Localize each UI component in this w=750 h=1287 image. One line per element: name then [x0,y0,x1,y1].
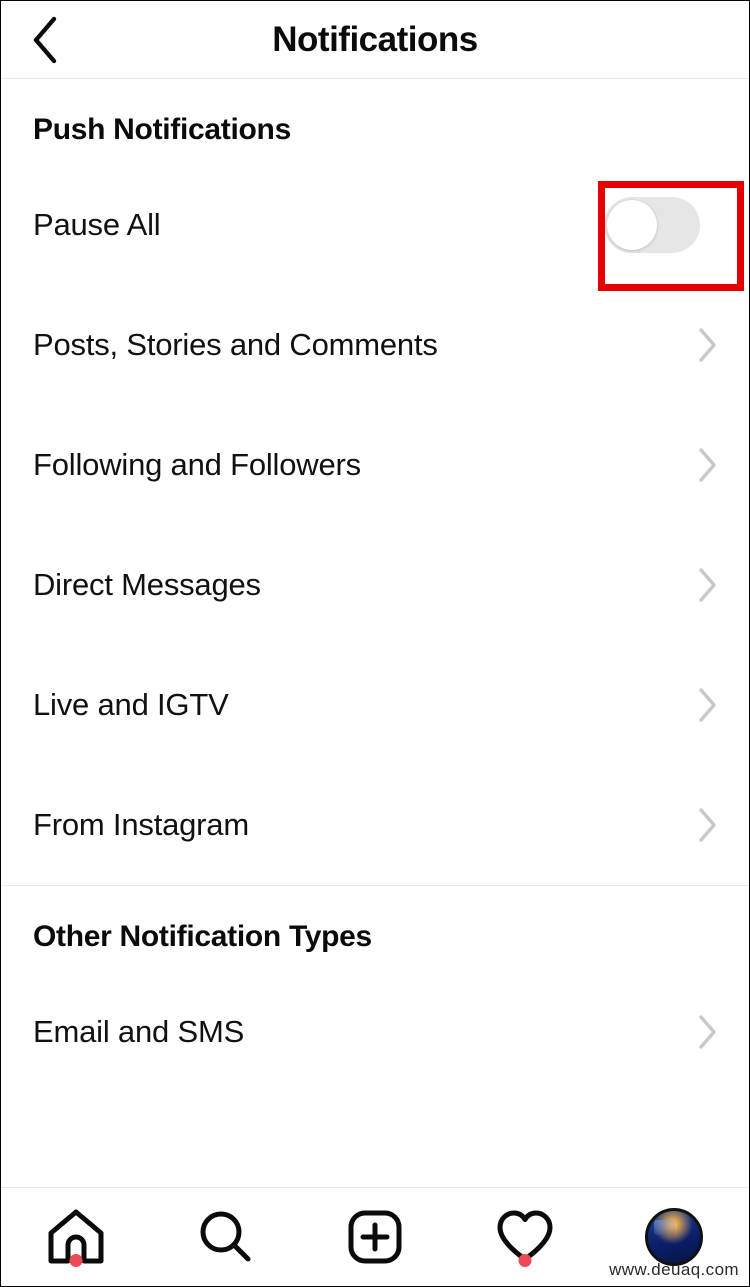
search-icon [196,1209,254,1265]
chevron-right-icon [691,328,725,362]
chevron-right-icon [691,1015,725,1049]
back-button[interactable] [19,14,71,66]
section-title-other-notification-types: Other Notification Types [33,920,372,953]
home-badge-dot [69,1253,83,1267]
add-post-icon [347,1209,403,1265]
row-from-instagram[interactable]: From Instagram [1,765,749,885]
watermark: www.deuaq.com [609,1260,739,1279]
nav-item-add-post[interactable] [300,1188,450,1287]
pause-all-toggle[interactable] [604,197,700,253]
row-live-and-igtv[interactable]: Live and IGTV [1,645,749,765]
section-other-notification-types: Other Notification Types Email and SMS [1,886,749,1092]
chevron-right-icon [691,808,725,842]
row-following-and-followers[interactable]: Following and Followers [1,405,749,525]
section-title-push-notifications: Push Notifications [33,113,291,146]
row-label-following-and-followers: Following and Followers [33,447,361,482]
row-label-from-instagram: From Instagram [33,807,249,842]
nav-item-home[interactable] [1,1188,151,1287]
chevron-right-icon [691,568,725,602]
chevron-left-icon [28,15,62,65]
profile-avatar-icon [645,1208,704,1266]
toggle-knob [607,200,657,250]
row-direct-messages[interactable]: Direct Messages [1,525,749,645]
section-push-notifications: Push Notifications Pause All Posts, Stor… [1,79,749,885]
pause-all-toggle-cell [579,170,725,280]
row-email-and-sms[interactable]: Email and SMS [1,972,749,1092]
nav-item-search[interactable] [151,1188,301,1287]
row-label-pause-all: Pause All [33,207,161,242]
bottom-navigation-bar: www.deuaq.com [1,1187,749,1286]
row-label-direct-messages: Direct Messages [33,567,261,602]
app-header: Notifications [1,1,749,79]
activity-badge-dot [518,1253,532,1267]
row-label-posts-stories-and-comments: Posts, Stories and Comments [33,327,438,362]
row-label-live-and-igtv: Live and IGTV [33,687,229,722]
chevron-right-icon [691,688,725,722]
row-pause-all[interactable]: Pause All [1,165,749,285]
instagram-notifications-screen: Notifications Push Notifications Pause A… [0,0,750,1287]
page-title: Notifications [272,19,478,59]
chevron-right-icon [691,448,725,482]
row-label-email-and-sms: Email and SMS [33,1014,245,1049]
nav-item-activity[interactable] [450,1188,600,1287]
row-posts-stories-and-comments[interactable]: Posts, Stories and Comments [1,285,749,405]
